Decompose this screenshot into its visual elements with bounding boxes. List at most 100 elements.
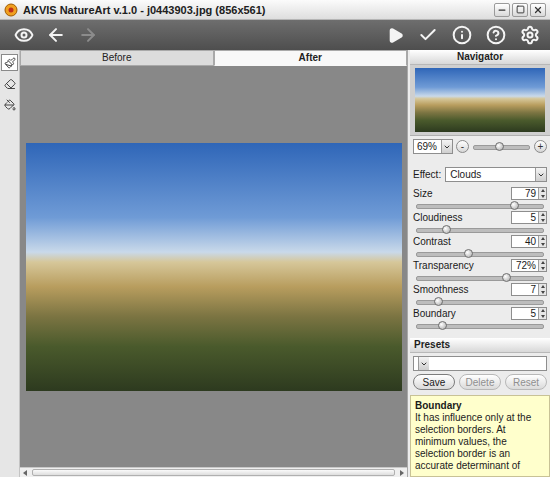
parameter-slider[interactable] [420,249,540,258]
tool-strip [0,50,20,477]
window-controls [494,3,546,17]
spin-up-button[interactable] [539,284,546,290]
spin-down-button[interactable] [539,218,546,224]
preset-button: Delete [459,374,501,390]
apply-button[interactable] [418,25,438,45]
parameter-slider[interactable] [420,201,540,210]
effect-select[interactable]: Clouds [445,167,547,182]
view-tab[interactable]: After [214,50,408,66]
run-button[interactable] [387,27,404,44]
close-button[interactable] [530,3,546,17]
parameter-value[interactable]: 7 [512,284,538,295]
spin-up-button[interactable] [539,188,546,194]
spin-up-button[interactable] [539,236,546,242]
zoom-out-button[interactable]: - [456,140,469,153]
scroll-thumb[interactable] [32,469,395,476]
toolbar-left [14,25,98,45]
spin-down-button[interactable] [539,290,546,296]
parameter-slider[interactable] [420,297,540,306]
slider-thumb[interactable] [464,249,473,258]
maximize-button[interactable] [512,3,528,17]
parameter-value[interactable]: 79 [512,188,538,199]
scroll-left-button[interactable] [20,468,30,477]
back-button[interactable] [46,25,66,45]
presets-header: Presets [410,338,550,353]
about-icon [452,25,472,45]
navigator-header: Navigator [410,50,550,65]
toolbar-right [387,25,540,45]
scroll-right-button[interactable] [397,468,407,477]
parameter-label: Transparency [413,260,474,271]
parameter-value[interactable]: 40 [512,236,538,247]
parameter-spinbox[interactable]: 7 [511,283,547,296]
forward-button[interactable] [78,25,98,45]
dropdown-button[interactable] [441,140,452,153]
spin-down-button[interactable] [539,314,546,320]
parameter-value[interactable]: 72% [512,260,538,271]
slider-thumb[interactable] [438,321,447,330]
bucket-icon [4,99,16,111]
dropdown-button[interactable] [418,357,429,370]
app-logo-icon [4,3,18,17]
canvas [20,66,407,467]
parameter-value[interactable]: 5 [512,308,538,319]
zoom-in-button[interactable]: + [534,140,547,153]
presets-section: Presets SaveDeleteReset [410,338,550,390]
parameter-row: Cloudiness5 [410,211,550,234]
parameter-spinbox[interactable]: 5 [511,211,547,224]
parameter-row: Smoothness7 [410,283,550,306]
presets-select[interactable] [413,356,547,371]
spin-up-button[interactable] [539,212,546,218]
parameter-spinbox[interactable]: 40 [511,235,547,248]
photo[interactable] [26,143,402,391]
parameter-slider[interactable] [420,321,540,330]
parameter-value[interactable]: 5 [512,212,538,223]
view-tab[interactable]: Before [20,50,214,66]
before-after-button[interactable] [14,25,34,45]
parameter-spinbox[interactable]: 72% [511,259,547,272]
settings-button[interactable] [520,25,540,45]
spin-up-button[interactable] [539,260,546,266]
spin-down-button[interactable] [539,194,546,200]
spin-down-button[interactable] [539,242,546,248]
spin-up-button[interactable] [539,308,546,314]
help-title: Boundary [415,399,545,412]
horizontal-scrollbar[interactable] [20,467,407,477]
slider-thumb[interactable] [434,297,443,306]
parameter-spinbox[interactable]: 79 [511,187,547,200]
brush-icon [4,57,16,69]
minimize-button[interactable] [494,3,510,17]
spin-down-button[interactable] [539,266,546,272]
bucket-tool[interactable] [1,96,18,113]
chevron-down-icon [537,171,545,179]
slider-thumb[interactable] [495,142,504,151]
brush-tool[interactable] [1,54,18,71]
parameter-list: Size79Cloudiness5Contrast40Transparency7… [410,187,550,330]
parameter-spinbox[interactable]: 5 [511,307,547,320]
scroll-track[interactable] [30,468,397,477]
effect-row: Effect:Clouds [410,167,550,182]
parameter-row: Contrast 40 [410,235,550,258]
help-button[interactable] [486,25,506,45]
eraser-tool[interactable] [1,75,18,92]
back-icon [46,25,66,45]
preset-button: Reset [505,374,547,390]
preset-button[interactable]: Save [413,374,455,390]
run-icon [387,27,404,44]
zoom-slider[interactable] [477,142,526,151]
minimize-icon [497,5,507,15]
zoom-select[interactable]: 69% [413,139,453,154]
slider-thumb[interactable] [510,201,519,210]
parameter-label: Contrast [413,236,451,247]
dropdown-button[interactable] [535,168,546,181]
preset-buttons: SaveDeleteReset [413,374,547,390]
slider-thumb[interactable] [502,273,511,282]
about-button[interactable] [452,25,472,45]
slider-thumb[interactable] [442,225,451,234]
app-window: AKVIS NatureArt v.1.0 - j0443903.jpg (85… [0,0,550,477]
parameter-slider[interactable] [420,273,540,282]
zoom-row: 69%- + [410,136,550,157]
close-icon [533,5,543,15]
parameter-slider[interactable] [420,225,540,234]
navigator-thumbnail[interactable] [415,68,545,132]
